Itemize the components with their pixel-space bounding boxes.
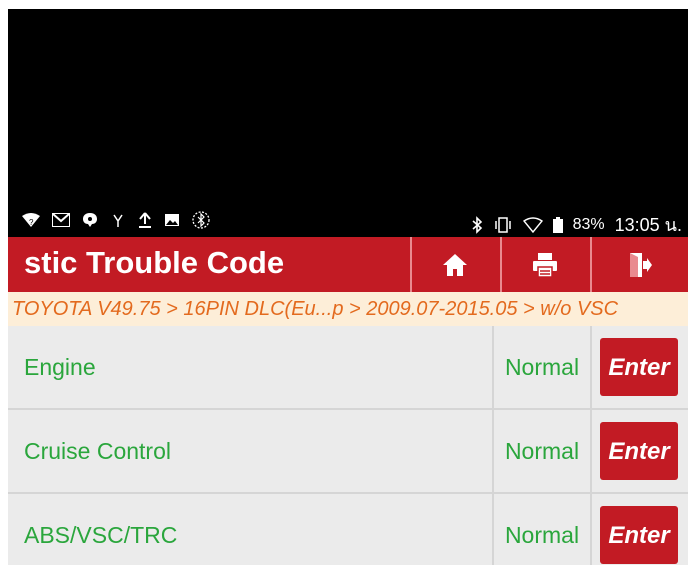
system-row-engine: Engine Normal Enter (8, 326, 688, 410)
enter-button[interactable]: Enter (600, 338, 678, 396)
gmail-icon (52, 213, 70, 227)
system-status: Normal (492, 410, 592, 492)
bluetooth-circle-icon (192, 211, 210, 229)
upload-icon (139, 212, 151, 228)
system-icons: 83% 13:05 น. (471, 210, 682, 239)
exit-icon (630, 252, 652, 277)
vibrate-icon (494, 216, 511, 233)
image-icon (165, 214, 179, 226)
system-name: Cruise Control (24, 438, 171, 464)
enter-button[interactable]: Enter (600, 506, 678, 564)
breadcrumb: TOYOTA V49.75 > 16PIN DLC(Eu...p > 2009.… (8, 292, 688, 326)
wifi-question-icon: ? (22, 213, 40, 227)
exit-button[interactable] (590, 237, 688, 292)
usb-icon (113, 214, 123, 227)
battery-icon (552, 216, 563, 233)
print-button[interactable] (500, 237, 588, 292)
app-header: stic Trouble Code (8, 237, 688, 292)
system-status: Normal (492, 326, 592, 408)
bluetooth-icon (472, 215, 482, 234)
clock: 13:05 น. (614, 215, 682, 235)
device-screen: ? 83% 13:05 น. stic Trouble Code TOYOTA … (8, 9, 688, 565)
printer-icon (533, 252, 557, 278)
battery-percent: 83% (572, 215, 605, 233)
system-row-abs-vsc-trc: ABS/VSC/TRC Normal Enter (8, 494, 688, 565)
system-name: Engine (24, 354, 96, 380)
wifi-icon (522, 216, 543, 233)
chat-icon (83, 213, 97, 227)
home-icon (443, 253, 467, 276)
system-row-cruise-control: Cruise Control Normal Enter (8, 410, 688, 494)
home-button[interactable] (410, 237, 498, 292)
system-name: ABS/VSC/TRC (24, 522, 178, 548)
svg-text:?: ? (29, 218, 34, 227)
notification-icons: ? (22, 211, 210, 229)
enter-button[interactable]: Enter (600, 422, 678, 480)
page-title: stic Trouble Code (24, 245, 285, 280)
system-status: Normal (492, 494, 592, 565)
status-bar: ? 83% 13:05 น. (8, 207, 688, 237)
